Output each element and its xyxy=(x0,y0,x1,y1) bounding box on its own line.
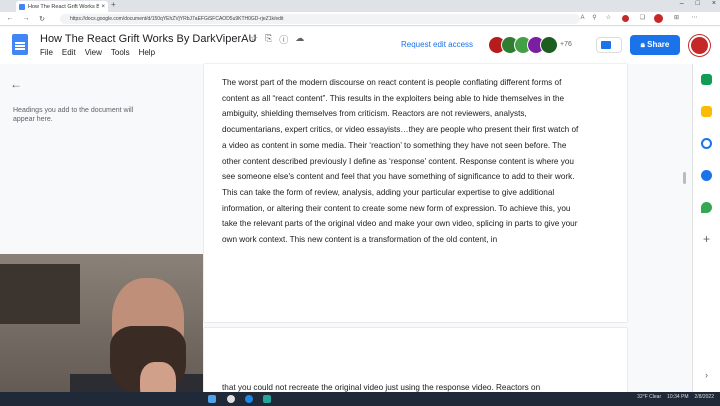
side-panel: + › xyxy=(692,64,720,398)
mail-icon[interactable] xyxy=(208,395,216,403)
clock-time[interactable]: 10:34 PM xyxy=(667,394,688,400)
weather-text[interactable]: 32°F Clear xyxy=(637,394,661,400)
tasks-icon[interactable] xyxy=(701,138,712,149)
star-icon[interactable]: ☆ xyxy=(250,33,258,46)
more-viewers-count[interactable]: +76 xyxy=(560,36,572,54)
cloud-status-icon[interactable]: ☁ xyxy=(295,33,304,46)
extension-icon[interactable] xyxy=(622,15,629,22)
menu-tools[interactable]: Tools xyxy=(111,48,130,57)
url-field[interactable]: https://docs.google.com/document/d/150qY… xyxy=(60,14,580,24)
contacts-icon[interactable] xyxy=(701,170,712,181)
webcam-shelf xyxy=(0,264,80,324)
menu-bar: File Edit View Tools Help xyxy=(40,48,155,57)
chrome-icon[interactable] xyxy=(227,395,235,403)
viewer-avatars: +76 xyxy=(488,36,572,54)
menu-file[interactable]: File xyxy=(40,48,53,57)
document-page[interactable]: that you could not recreate the original… xyxy=(204,328,627,398)
info-icon[interactable]: ⓘ xyxy=(279,33,288,46)
forward-nav-icon[interactable]: → xyxy=(20,15,32,22)
extensions-puzzle-icon[interactable]: ⊞ xyxy=(672,14,681,23)
copy-icon[interactable]: ⎘ xyxy=(265,33,272,46)
docs-header: How The React Grift Works By DarkViperAU… xyxy=(0,27,720,64)
request-edit-access-link[interactable]: Request edit access xyxy=(401,40,473,49)
minimize-icon[interactable]: – xyxy=(680,0,684,7)
close-tab-icon[interactable]: × xyxy=(101,4,105,10)
docs-favicon-icon xyxy=(19,3,25,10)
sheets-icon[interactable] xyxy=(701,74,712,85)
new-tab-icon[interactable]: + xyxy=(111,0,116,9)
document-body-text[interactable]: The worst part of the modern discourse o… xyxy=(222,75,582,248)
translate-icon[interactable]: ⚲ xyxy=(590,14,599,23)
menu-help[interactable]: Help xyxy=(139,48,155,57)
expand-panel-icon[interactable]: › xyxy=(701,370,712,381)
share-label: Share xyxy=(647,40,670,49)
maximize-icon[interactable]: □ xyxy=(696,0,700,7)
maps-icon[interactable] xyxy=(701,202,712,213)
menu-edit[interactable]: Edit xyxy=(62,48,76,57)
account-avatar[interactable] xyxy=(689,35,710,56)
edge-icon[interactable] xyxy=(245,395,253,403)
window-controls: – □ × xyxy=(680,0,716,7)
present-icon xyxy=(601,41,611,49)
profile-small-icon[interactable] xyxy=(654,14,663,23)
close-window-icon[interactable]: × xyxy=(712,0,716,7)
document-scrollbar[interactable] xyxy=(683,172,686,184)
app-icon[interactable] xyxy=(263,395,271,403)
get-addons-icon[interactable]: + xyxy=(701,233,712,245)
document-title[interactable]: How The React Grift Works By DarkViperAU xyxy=(40,33,256,45)
keep-icon[interactable] xyxy=(701,106,712,117)
read-aloud-icon[interactable]: A xyxy=(578,14,587,23)
reload-icon[interactable]: ↻ xyxy=(36,15,48,23)
clock-date[interactable]: 2/8/2022 xyxy=(695,394,714,400)
close-outline-arrow-icon[interactable]: ← xyxy=(10,77,22,91)
document-page[interactable]: The worst part of the modern discourse o… xyxy=(204,64,627,322)
collections-icon[interactable]: ❏ xyxy=(638,14,647,23)
browser-tab-title: How The React Grift Works By D xyxy=(28,3,100,10)
favorite-star-icon[interactable]: ☆ xyxy=(604,14,613,23)
outline-empty-text: Headings you add to the document will ap… xyxy=(13,107,134,123)
viewer-avatar[interactable] xyxy=(540,36,558,54)
back-nav-icon[interactable]: ← xyxy=(4,15,16,22)
settings-more-icon[interactable]: ⋯ xyxy=(690,14,699,23)
browser-tab-bar: How The React Grift Works By D × + – □ × xyxy=(0,0,720,12)
menu-view[interactable]: View xyxy=(85,48,102,57)
webcam-overlay xyxy=(0,254,203,406)
windows-taskbar: 32°F Clear 10:34 PM 2/8/2022 xyxy=(0,392,720,406)
title-icons: ☆ ⎘ ⓘ ☁ xyxy=(250,33,304,46)
system-tray: 32°F Clear 10:34 PM 2/8/2022 xyxy=(637,394,714,400)
present-button[interactable] xyxy=(596,37,622,53)
address-bar-row: ← → ↻ https://docs.google.com/document/d… xyxy=(0,12,720,26)
docs-logo-icon[interactable] xyxy=(12,34,28,55)
browser-tab[interactable]: How The React Grift Works By D × xyxy=(16,1,108,12)
share-button[interactable]: 🔒︎ Share xyxy=(630,35,680,55)
